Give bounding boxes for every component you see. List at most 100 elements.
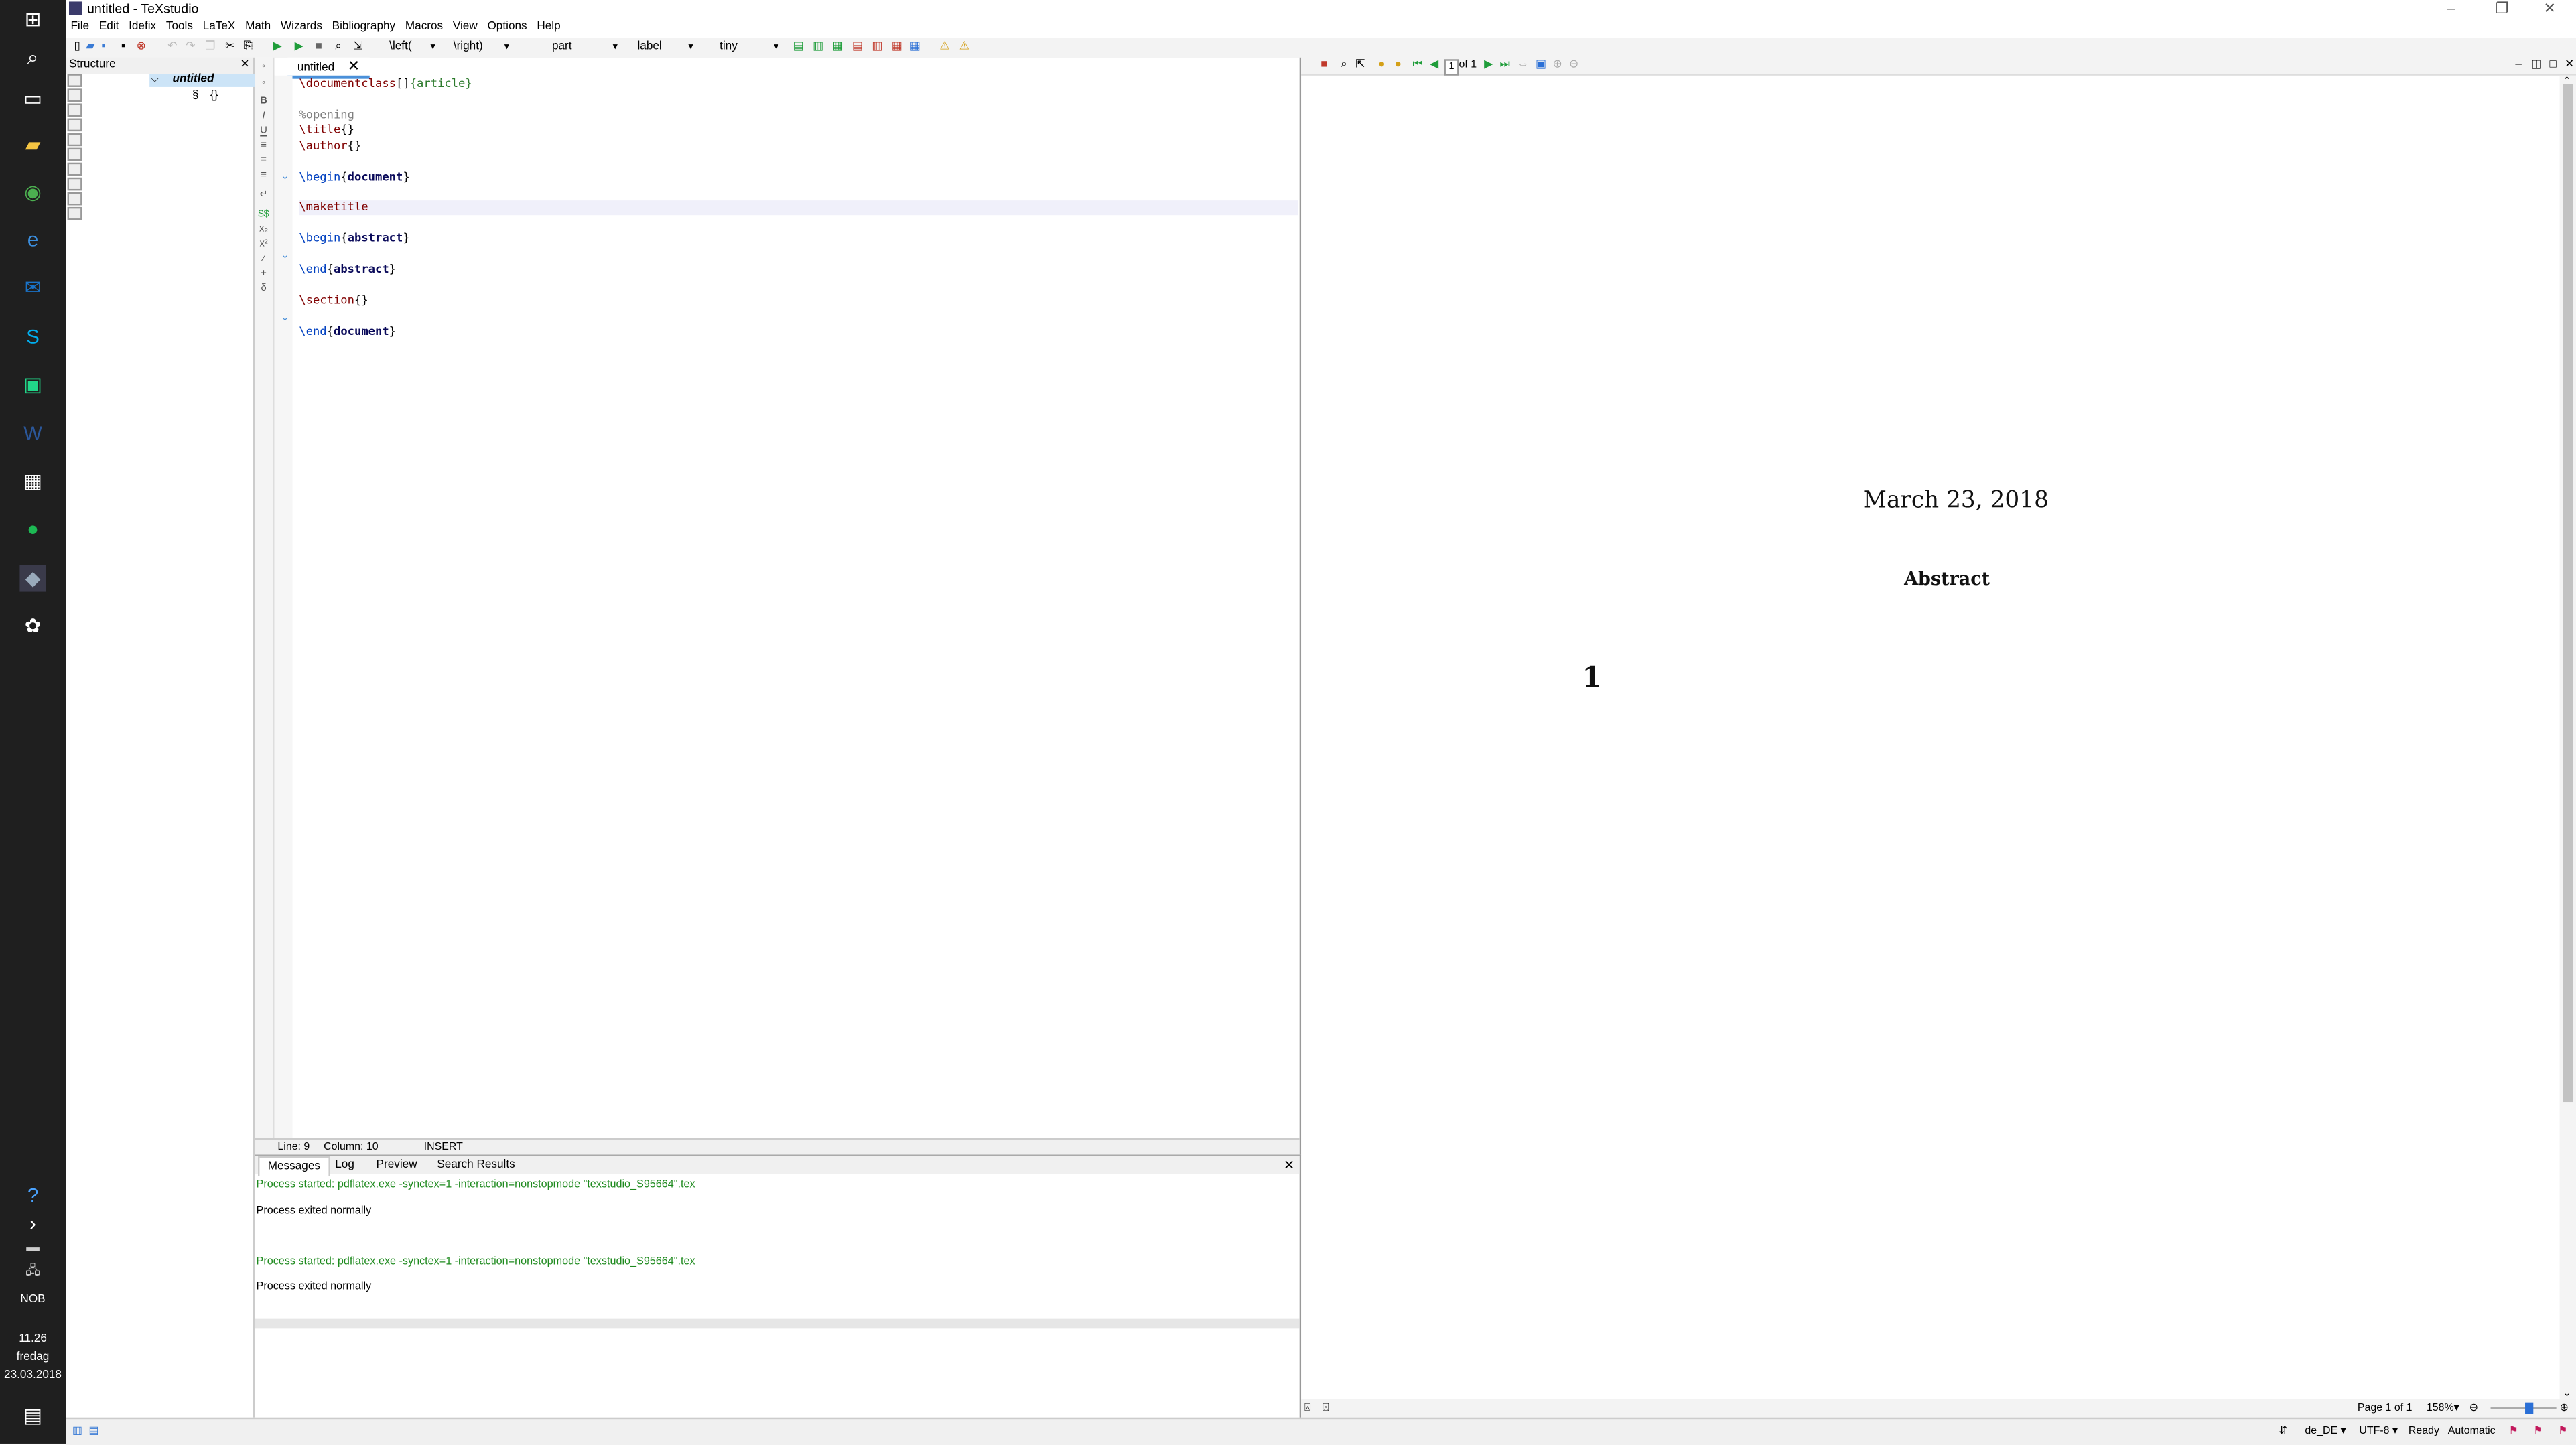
font-size-combo[interactable]: tiny ▾ bbox=[716, 40, 782, 56]
align-right-icon[interactable]: ≡ bbox=[258, 171, 269, 182]
bold-icon[interactable]: B bbox=[258, 97, 269, 109]
code-line-9[interactable]: \maketitle bbox=[299, 201, 368, 216]
encoding-selector[interactable]: UTF-8 ▾ bbox=[2359, 1419, 2398, 1445]
table-remove-row-icon[interactable]: ▤ bbox=[851, 41, 864, 54]
cut-icon[interactable]: ✂ bbox=[223, 41, 236, 54]
close-tab-icon[interactable]: ✕ bbox=[348, 58, 360, 74]
table-insert-column-icon[interactable]: ▥ bbox=[811, 41, 825, 54]
status-mode[interactable]: Automatic bbox=[2448, 1419, 2496, 1445]
bookmark-icon[interactable]: ◦ bbox=[258, 79, 269, 90]
arrows-icon[interactable] bbox=[67, 133, 82, 147]
help-icon[interactable]: ? bbox=[19, 1182, 46, 1209]
pdf-maximize-icon[interactable]: □ bbox=[2547, 59, 2560, 72]
save-all-icon[interactable]: ▪ bbox=[117, 41, 130, 54]
menu-wizards[interactable]: Wizards bbox=[276, 18, 328, 38]
build-and-view-icon[interactable]: ▶ bbox=[271, 41, 285, 54]
menu-options[interactable]: Options bbox=[482, 18, 532, 38]
skype-icon[interactable]: S bbox=[19, 324, 46, 350]
align-center-icon[interactable]: ≡ bbox=[258, 156, 269, 167]
reference-combo[interactable]: label ▾ bbox=[634, 40, 697, 56]
tab-preview[interactable]: Preview bbox=[368, 1156, 425, 1174]
minimize-icon[interactable]: – bbox=[2427, 0, 2476, 18]
network-icon[interactable]: 🖧 bbox=[19, 1258, 46, 1284]
italic-icon[interactable]: I bbox=[258, 112, 269, 123]
code-line-7[interactable]: \begin{document} bbox=[299, 170, 409, 186]
pdf-prev-page-icon[interactable]: ◀ bbox=[1428, 59, 1441, 72]
code-line-4[interactable]: \title{} bbox=[299, 124, 354, 139]
table-align-icon[interactable]: ▦ bbox=[831, 41, 845, 54]
math-mode-icon[interactable]: $$ bbox=[258, 210, 269, 222]
pdf-fit-page-icon[interactable]: ▣ bbox=[1534, 59, 1548, 72]
internet-explorer-icon[interactable]: e bbox=[19, 226, 46, 253]
pdf-forward-icon[interactable]: ● bbox=[1392, 59, 1405, 72]
clock-time[interactable]: 11.26 bbox=[0, 1330, 66, 1349]
pdf-page-input[interactable]: 1 bbox=[1444, 59, 1459, 76]
bookmark-icon[interactable]: ◦ bbox=[258, 62, 269, 74]
pdf-select-icon[interactable]: ⍓ bbox=[1323, 1399, 1329, 1418]
scroll-down-icon[interactable]: ⌄ bbox=[2563, 1388, 2571, 1399]
search-icon[interactable]: ⌕ bbox=[19, 44, 46, 70]
code-line-13[interactable]: \end{abstract} bbox=[299, 263, 396, 278]
close-messages-icon[interactable]: ✕ bbox=[1284, 1156, 1294, 1174]
menu-view[interactable]: View bbox=[448, 18, 482, 38]
toggle-structure-icon[interactable]: ▥ bbox=[72, 1419, 82, 1445]
subscript-icon[interactable]: x₂ bbox=[258, 225, 269, 236]
log-icon[interactable]: ⇲ bbox=[352, 41, 365, 54]
code-line-15[interactable]: \section{} bbox=[299, 293, 368, 309]
menu-bibliography[interactable]: Bibliography bbox=[327, 18, 400, 38]
close-structure-icon[interactable]: ✕ bbox=[240, 58, 249, 74]
menu-idefix[interactable]: Idefix bbox=[124, 18, 161, 38]
chrome-icon[interactable]: ◉ bbox=[19, 179, 46, 205]
greek-icon[interactable] bbox=[67, 177, 82, 191]
sqrt-icon[interactable]: + bbox=[258, 269, 269, 281]
bookmark-2-icon[interactable]: ⚑ bbox=[2533, 1419, 2543, 1445]
calculator-icon[interactable]: ▦ bbox=[19, 468, 46, 494]
pdf-tile-icon[interactable]: ◫ bbox=[2530, 59, 2543, 72]
tab-messages[interactable]: Messages bbox=[257, 1156, 330, 1176]
right-delimiter-combo[interactable]: \right) ▾ bbox=[450, 40, 513, 56]
fold-section-icon[interactable]: ⌄ bbox=[281, 312, 289, 324]
pdf-close-window-icon[interactable]: ✕ bbox=[2563, 59, 2576, 72]
pdf-sync-icon[interactable]: ⇱ bbox=[1354, 59, 1367, 72]
close-window-icon[interactable]: ✕ bbox=[2525, 0, 2575, 18]
warning-next-icon[interactable]: ⚠ bbox=[958, 41, 971, 54]
save-icon[interactable]: ▪ bbox=[97, 41, 111, 54]
pdf-next-page-icon[interactable]: ▶ bbox=[1482, 59, 1495, 72]
chevron-down-icon[interactable]: ⌵ bbox=[151, 74, 159, 87]
pdf-first-page-icon[interactable]: ⏮ bbox=[1411, 59, 1424, 72]
pdf-minimize-icon[interactable]: – bbox=[2512, 59, 2525, 72]
table-paste-column-icon[interactable]: ▦ bbox=[908, 41, 922, 54]
bookmark-3-icon[interactable]: ⚑ bbox=[2558, 1419, 2567, 1445]
code-line-11[interactable]: \begin{abstract} bbox=[299, 232, 409, 247]
new-file-icon[interactable]: ▯ bbox=[70, 41, 84, 54]
pdf-zoom-level[interactable]: 158%▾ bbox=[2427, 1399, 2459, 1418]
paste-icon[interactable]: ⎘ bbox=[241, 41, 255, 54]
pdf-search-icon[interactable]: ⌕ bbox=[1337, 59, 1351, 72]
table-remove-column-icon[interactable]: ▥ bbox=[871, 41, 884, 54]
task-view-icon[interactable]: ▭ bbox=[19, 85, 46, 111]
outlook-icon[interactable]: ✉ bbox=[19, 274, 46, 300]
notifications-icon[interactable]: ▤ bbox=[19, 1403, 46, 1429]
insert-mode-indicator[interactable]: INSERT bbox=[424, 1140, 463, 1156]
language-selector[interactable]: de_DE ▾ bbox=[2305, 1419, 2346, 1445]
menu-math[interactable]: Math bbox=[241, 18, 276, 38]
menu-file[interactable]: File bbox=[66, 18, 94, 38]
sectioning-combo[interactable]: part ▾ bbox=[549, 40, 621, 56]
code-line-5[interactable]: \author{} bbox=[299, 139, 361, 155]
restore-icon[interactable]: ❐ bbox=[2478, 0, 2527, 18]
superscript-icon[interactable]: x² bbox=[258, 240, 269, 251]
tree-child-label[interactable]: {} bbox=[210, 90, 218, 104]
file-explorer-icon[interactable]: ▰ bbox=[19, 131, 46, 157]
delimiter-icon[interactable]: δ bbox=[258, 284, 269, 295]
code-line-3[interactable]: %opening bbox=[299, 109, 354, 124]
pdf-fit-width-icon[interactable]: ⇔ bbox=[1516, 59, 1530, 72]
toggle-messages-icon[interactable]: ▤ bbox=[88, 1419, 98, 1445]
word-icon[interactable]: W bbox=[19, 421, 46, 447]
stop-icon[interactable]: ■ bbox=[312, 41, 326, 54]
zoom-out-icon[interactable]: ⊖ bbox=[2469, 1399, 2478, 1418]
redo-icon[interactable]: ↷ bbox=[184, 41, 198, 54]
symbols-icon[interactable] bbox=[67, 103, 82, 117]
tab-log[interactable]: Log bbox=[327, 1156, 362, 1174]
align-left-icon[interactable]: ≡ bbox=[258, 141, 269, 153]
zoom-slider-track[interactable] bbox=[2490, 1407, 2557, 1409]
